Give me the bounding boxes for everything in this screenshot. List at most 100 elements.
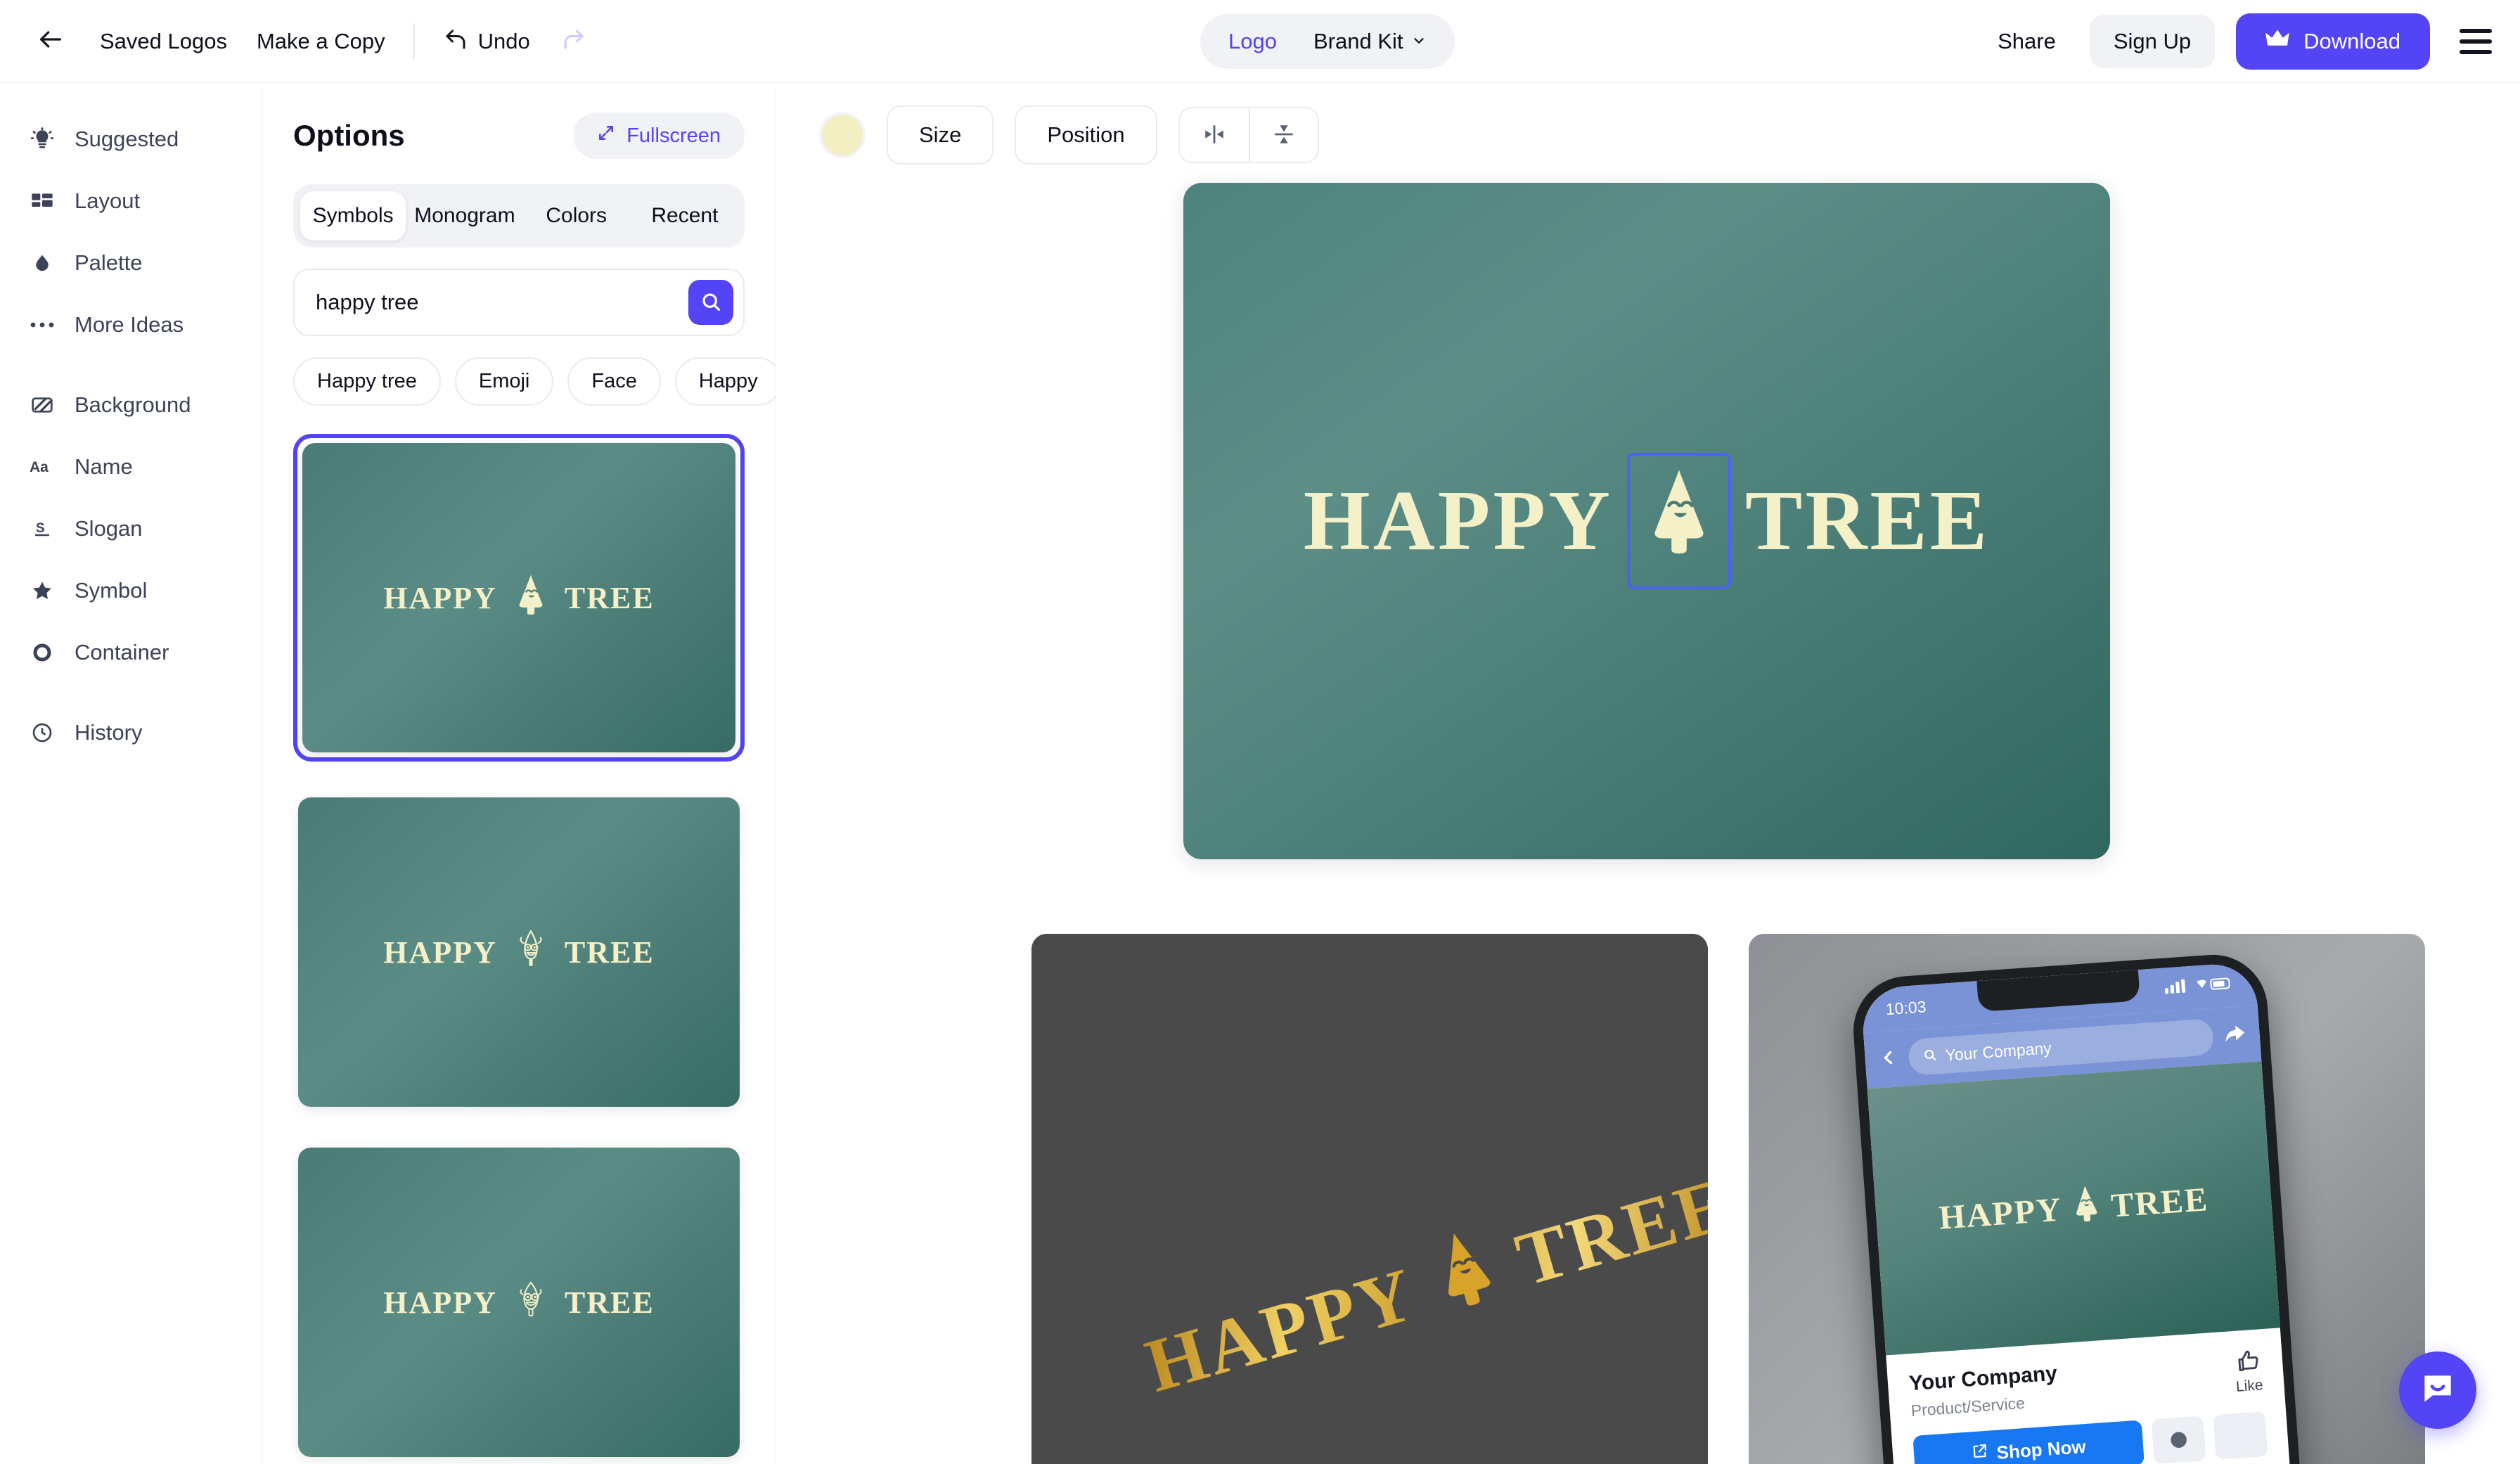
redo-arrow-icon (561, 30, 586, 55)
circle-outline-icon (28, 638, 56, 667)
phone-message-button[interactable] (2151, 1415, 2206, 1464)
phone-like-label: Like (2235, 1377, 2264, 1395)
tab-symbols[interactable]: Symbols (300, 191, 406, 240)
tab-monogram[interactable]: Monogram (409, 191, 520, 240)
undo-label: Undo (477, 28, 530, 53)
chat-support-button[interactable] (2399, 1351, 2476, 1429)
phone-more-button[interactable] (2213, 1411, 2268, 1460)
phone-page-category: Product/Service (1910, 1393, 2026, 1420)
chat-bubble-smile-icon (2418, 1369, 2457, 1412)
logo-thumbnail[interactable]: HAPPY TREE (293, 1143, 745, 1462)
share-button[interactable]: Share (1979, 29, 2074, 54)
chip-happy-tree[interactable]: Happy tree (293, 357, 441, 406)
color-swatch-button[interactable] (819, 112, 866, 158)
saved-logos-link[interactable]: Saved Logos (100, 29, 227, 54)
logo-preview: HAPPY TREE (298, 1148, 740, 1457)
status-icons (2164, 975, 2233, 1000)
logo-lockup: HAPPY TREE (1937, 1176, 2210, 1241)
fullscreen-label: Fullscreen (626, 124, 721, 147)
sidebar-item-label: History (75, 720, 143, 745)
sidebar-item-layout[interactable]: Layout (0, 170, 262, 232)
logo-thumbnail[interactable]: HAPPY TREE (293, 792, 745, 1112)
happy-tree-solid-icon (513, 573, 549, 623)
crown-icon (2265, 29, 2289, 54)
sidebar-item-background[interactable]: Background (0, 374, 262, 436)
canvas-toolbar: Size Position (819, 105, 1319, 165)
search-submit-button[interactable] (688, 280, 733, 325)
make-a-copy-link[interactable]: Make a Copy (257, 29, 385, 54)
tab-logo[interactable]: Logo (1210, 29, 1295, 54)
search-input[interactable] (316, 290, 688, 315)
ellipsis-icon (28, 311, 56, 339)
search-icon (1922, 1046, 1938, 1066)
background-hatch-icon (28, 391, 56, 419)
logo-canvas[interactable]: HAPPY TREE (1183, 183, 2110, 859)
align-horizontal-center-icon (1202, 122, 1226, 148)
thumbs-up-icon (2235, 1350, 2262, 1378)
tab-brand-kit[interactable]: Brand Kit (1295, 29, 1446, 54)
symbol-search-bar (293, 269, 745, 336)
chip-face[interactable]: Face (567, 357, 661, 406)
sidebar-item-palette[interactable]: Palette (0, 232, 262, 294)
chevron-left-icon[interactable] (1879, 1048, 1898, 1071)
logo-text-left: HAPPY (1937, 1190, 2064, 1237)
sidebar-item-symbol[interactable]: Symbol (0, 560, 262, 622)
mockup-business-card[interactable]: HAPPY TREE (1031, 934, 1708, 1464)
download-button[interactable]: Download (2236, 13, 2430, 70)
sidebar-item-suggested[interactable]: Suggested (0, 108, 262, 170)
chevron-down-icon (1411, 29, 1427, 54)
sidebar-item-history[interactable]: History (0, 702, 262, 764)
logo-lockup: HAPPY TREE (383, 573, 654, 623)
happy-tree-solid-icon (2069, 1183, 2104, 1232)
logo-text-right: TREE (564, 935, 655, 970)
tab-recent[interactable]: Recent (632, 191, 738, 240)
sidebar-item-name[interactable]: Aa Name (0, 436, 262, 498)
phone-page-meta: Your Company Product/Service (1908, 1362, 2059, 1421)
logo-brandkit-toggle: Logo Brand Kit (1200, 14, 1455, 69)
happy-face-outline-icon (513, 1278, 549, 1328)
toolbar-divider (413, 23, 415, 60)
fullscreen-button[interactable]: Fullscreen (573, 113, 745, 159)
options-panel: Options Fullscreen Symbols Monogram Colo… (262, 83, 776, 1464)
expand-arrows-icon (597, 124, 615, 148)
logo-thumbnail-selected[interactable]: HAPPY TREE (293, 434, 745, 762)
share-arrow-icon[interactable] (2224, 1023, 2246, 1046)
hamburger-menu-icon[interactable] (2460, 29, 2492, 54)
chip-happy[interactable]: Happy (674, 357, 776, 406)
alignment-button-group (1178, 107, 1319, 163)
align-vertical-center-button[interactable] (1248, 108, 1318, 162)
size-button[interactable]: Size (887, 105, 994, 165)
align-horizontal-center-button[interactable] (1179, 108, 1249, 162)
sidebar-item-more-ideas[interactable]: More Ideas (0, 294, 262, 356)
sidebar-item-label: Container (75, 640, 169, 664)
logo-text-left: HAPPY (383, 1285, 497, 1320)
layout-grid-icon (28, 187, 56, 215)
mockup-previews: HAPPY TREE 10:03 Your Company HAPPY TREE… (1031, 934, 2425, 1464)
sidebar-item-slogan[interactable]: S Slogan (0, 498, 262, 560)
text-aa-icon: Aa (28, 453, 56, 481)
phone-search-value: Your Company (1944, 1038, 2052, 1065)
sidebar-item-container[interactable]: Container (0, 622, 262, 683)
top-bar-actions: Share Sign Up Download (1979, 0, 2492, 83)
chip-emoji[interactable]: Emoji (454, 357, 554, 406)
back-button[interactable] (31, 22, 70, 61)
sidebar-item-label: Suggested (75, 127, 179, 151)
mockup-phone[interactable]: 10:03 Your Company HAPPY TREE Your Compa… (1749, 934, 2425, 1464)
symbol-selection-box[interactable] (1626, 453, 1731, 589)
canvas-stage: Size Position HAPPY TREE HAPPY TREE 10:0… (777, 83, 2520, 1464)
logo-text-left: HAPPY (383, 580, 497, 615)
position-button[interactable]: Position (1015, 105, 1157, 165)
sidebar-item-label: Symbol (75, 578, 148, 603)
sign-up-button[interactable]: Sign Up (2089, 15, 2216, 68)
logo-lockup: HAPPY TREE (383, 1278, 654, 1328)
slogan-s-icon: S (28, 515, 56, 543)
undo-button[interactable]: Undo (443, 27, 530, 56)
tab-colors[interactable]: Colors (524, 191, 629, 240)
page-title: Options (293, 119, 405, 152)
align-vertical-center-icon (1272, 122, 1296, 148)
phone-like-button[interactable]: Like (2233, 1347, 2263, 1398)
sidebar-divider-gap (0, 683, 262, 702)
sidebar-item-label: Layout (75, 188, 141, 213)
panel-tabs: Symbols Monogram Colors Recent (293, 184, 745, 248)
shop-now-button[interactable]: Shop Now (1912, 1420, 2145, 1464)
